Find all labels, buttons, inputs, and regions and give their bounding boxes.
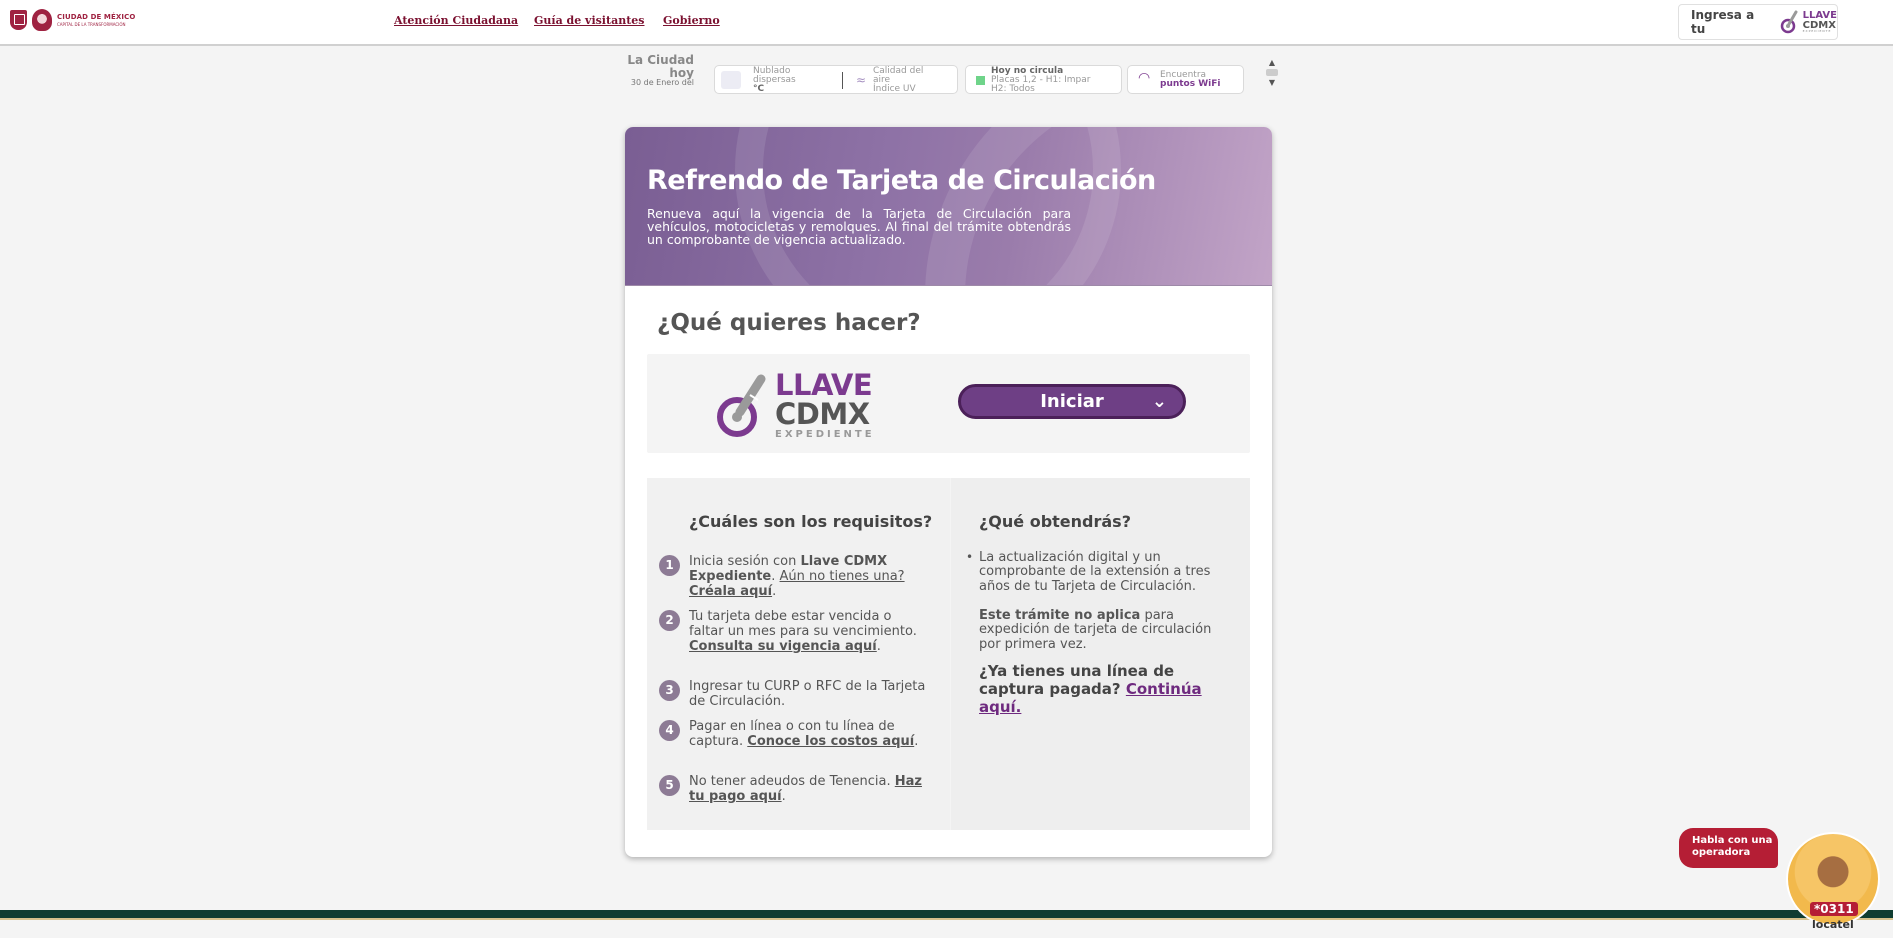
note-bold: Este trámite no aplica <box>979 608 1141 623</box>
wind-icon: ≈ <box>856 73 867 87</box>
tramite-card: Refrendo de Tarjeta de Circulación Renue… <box>625 127 1272 857</box>
chat-operator-bubble[interactable]: Habla con una operadora <box>1679 828 1778 868</box>
creala-link[interactable]: Créala aquí <box>689 584 772 599</box>
locatel-badge: *0311 <box>1810 902 1858 916</box>
obtain-note: Este trámite no aplica para expedición d… <box>979 608 1224 652</box>
status-square-icon <box>976 76 985 85</box>
weather-temp: °C <box>753 84 765 94</box>
bullet-dot: • <box>966 550 974 564</box>
nav-atencion-ciudadana[interactable]: Atención Ciudadana <box>394 14 518 27</box>
arrow-down-icon[interactable]: ▼ <box>1266 78 1278 87</box>
top-header: CIUDAD DE MÉXICO CAPITAL DE LA TRANSFORM… <box>0 0 1893 46</box>
key-icon <box>717 374 766 437</box>
step-number: 3 <box>659 680 680 701</box>
hnc-line3: H2: Todos <box>991 84 1035 94</box>
iniciar-panel: LLAVE CDMX EXPEDIENTE Iniciar ⌄ <box>647 354 1250 453</box>
city-label-line1: La Ciudad <box>627 53 694 67</box>
cdmx-word: CDMX <box>775 397 870 431</box>
step-text: . <box>772 583 777 599</box>
cloud-icon <box>721 71 741 89</box>
nav-gobierno[interactable]: Gobierno <box>663 14 720 27</box>
llave-cdmx-logo: LLAVE CDMX EXPEDIENTE <box>717 368 887 440</box>
requirement-step: 1 Inicia sesión con Llave CDMX Expedient… <box>659 554 929 600</box>
obtain-text: La actualización digital y un comprobant… <box>979 550 1211 594</box>
llave-login-button[interactable]: Ingresa a tu LLAVE CDMX EXPEDIENTE <box>1678 4 1838 40</box>
chevron-down-icon: ⌄ <box>1151 391 1167 412</box>
page-description: Renueva aquí la vigencia de la Tarjeta d… <box>647 206 1071 248</box>
iniciar-button[interactable]: Iniciar ⌄ <box>958 384 1186 419</box>
step-number: 5 <box>659 775 680 796</box>
logo-subtitle: CAPITAL DE LA TRANSFORMACIÓN <box>57 21 126 27</box>
hoy-no-circula-card[interactable]: Hoy no circula Placas 1,2 - H1: Impar H2… <box>965 65 1122 94</box>
page-title: Refrendo de Tarjeta de Circulación <box>647 165 1156 196</box>
requirement-step: 3 Ingresar tu CURP o RFC de la Tarjeta d… <box>659 679 929 710</box>
requirement-step: 4 Pagar en línea o con tu línea de captu… <box>659 719 929 750</box>
expediente-word: EXPEDIENTE <box>775 429 875 440</box>
requirements-title: ¿Cuáles son los requisitos? <box>689 512 933 531</box>
expediente-word: EXPEDIENTE <box>1802 29 1832 34</box>
step-text: . <box>914 733 919 749</box>
step-text: Tu tarjeta debe estar vencida o faltar u… <box>689 609 917 639</box>
uv-index: Índice UV <box>873 84 916 94</box>
section-question-title: ¿Qué quieres hacer? <box>657 310 921 336</box>
step-text: Inicia sesión con <box>689 554 801 569</box>
step-text: Ingresar tu CURP o RFC de la Tarjeta de … <box>689 679 926 709</box>
logo-text: CIUDAD DE MÉXICO CAPITAL DE LA TRANSFORM… <box>57 12 136 27</box>
logo-title: CIUDAD DE MÉXICO <box>57 12 136 21</box>
step-text: . <box>781 788 786 804</box>
consulta-vigencia-link[interactable]: Consulta su vigencia aquí <box>689 639 877 654</box>
hero-banner: Refrendo de Tarjeta de Circulación Renue… <box>625 127 1272 286</box>
info-panel: ¿Cuáles son los requisitos? 1 Inicia ses… <box>647 478 1250 830</box>
card-divider <box>842 72 843 89</box>
wifi-card[interactable]: ◠ Encuentra puntos WiFi <box>1127 65 1244 94</box>
step-text: . <box>771 568 780 584</box>
llave-cdmx-small-logo: LLAVE CDMX EXPEDIENTE <box>1780 9 1837 35</box>
cdmx-logo[interactable]: CIUDAD DE MÉXICO CAPITAL DE LA TRANSFORM… <box>10 9 135 31</box>
requirement-step: 5 No tener adeudos de Tenencia. Haz tu p… <box>659 774 929 805</box>
step-number: 1 <box>659 555 680 576</box>
linea-captura-prompt: ¿Ya tienes una línea de captura pagada? … <box>979 662 1229 716</box>
footer-strip <box>0 918 1893 938</box>
step-text: . <box>876 638 881 654</box>
ticker-scroll-thumb[interactable] <box>1266 69 1278 76</box>
city-today-label: La Ciudad hoy 30 de Enero del <box>610 54 694 88</box>
weather-air-card[interactable]: Nublado dispersas °C ≈ Calidad del aire … <box>714 65 958 94</box>
iniciar-label: Iniciar <box>1040 391 1104 412</box>
requirement-step: 2 Tu tarjeta debe estar vencida o faltar… <box>659 609 929 655</box>
arrow-up-icon[interactable]: ▲ <box>1266 58 1278 67</box>
locatel-label: locatel <box>1812 918 1854 931</box>
wifi-line2: puntos WiFi <box>1160 79 1221 89</box>
login-text: Ingresa a tu <box>1691 8 1755 36</box>
llave-word: LLAVE <box>775 368 873 402</box>
ticker-scroll-control[interactable]: ▲ ▼ <box>1266 58 1278 92</box>
obtain-title: ¿Qué obtendrás? <box>979 512 1131 531</box>
obtain-bullet: • La actualización digital y un comproba… <box>966 550 1224 594</box>
nav-guia-visitantes[interactable]: Guía de visitantes <box>534 14 644 27</box>
obtain-column: ¿Qué obtendrás? • La actualización digit… <box>951 478 1250 830</box>
wifi-icon: ◠ <box>1138 70 1151 86</box>
step-text: No tener adeudos de Tenencia. <box>689 774 895 789</box>
city-date: 30 de Enero del <box>630 78 694 88</box>
emblem-icon <box>32 9 52 31</box>
step-number: 2 <box>659 610 680 631</box>
costos-link[interactable]: Conoce los costos aquí <box>747 734 914 749</box>
no-tienes-link[interactable]: Aún no tienes una? <box>780 569 905 584</box>
footer-band <box>0 910 1893 918</box>
shield-icon <box>10 10 27 30</box>
key-icon <box>1780 10 1798 34</box>
step-number: 4 <box>659 720 680 741</box>
requirements-column: ¿Cuáles son los requisitos? 1 Inicia ses… <box>647 478 950 830</box>
